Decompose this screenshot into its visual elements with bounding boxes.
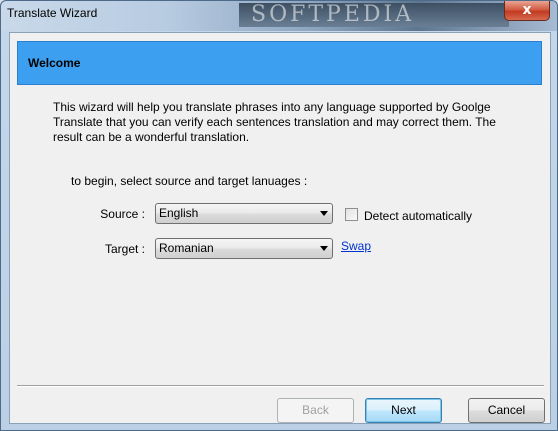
target-language-value: Romanian	[159, 241, 214, 255]
detect-automatically-label[interactable]: Detect automatically	[364, 209, 472, 223]
target-language-select[interactable]: Romanian	[155, 238, 333, 259]
target-label: Target :	[104, 242, 145, 256]
cancel-button[interactable]: Cancel	[468, 398, 545, 423]
chevron-down-icon	[320, 246, 328, 251]
swap-link[interactable]: Swap	[341, 239, 371, 253]
source-label: Source :	[100, 207, 145, 221]
detect-automatically-checkbox[interactable]	[345, 208, 358, 221]
wizard-body: Welcome This wizard will help you transl…	[9, 32, 551, 424]
source-language-value: English	[159, 206, 199, 220]
welcome-banner: Welcome	[17, 41, 542, 85]
source-language-select[interactable]: English	[155, 203, 333, 224]
button-separator	[17, 385, 544, 387]
translate-wizard-window: Translate Wizard SOFTPEDIA x Welcome Thi…	[0, 0, 558, 431]
window-title: Translate Wizard	[7, 6, 98, 20]
close-button[interactable]: x	[504, 1, 550, 21]
softpedia-watermark: SOFTPEDIA	[239, 3, 509, 27]
chevron-down-icon	[320, 211, 328, 216]
banner-title: Welcome	[28, 56, 81, 70]
select-languages-prompt: to begin, select source and target lanua…	[71, 174, 308, 188]
next-button[interactable]: Next	[365, 398, 442, 423]
back-button[interactable]: Back	[277, 398, 354, 423]
intro-text: This wizard will help you translate phra…	[53, 100, 496, 144]
title-bar[interactable]: Translate Wizard SOFTPEDIA x	[1, 1, 557, 31]
